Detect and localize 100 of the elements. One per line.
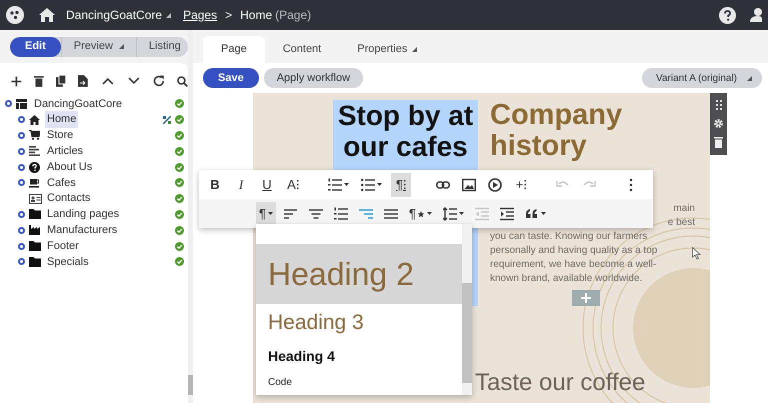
scrollbar[interactable] [462,224,472,395]
search-icon[interactable] [177,76,188,86]
published-icon [175,115,184,124]
tree-item[interactable]: Manufacturers [45,222,120,239]
published-icon [175,162,184,172]
expand-toggle[interactable] [18,226,25,234]
caret-icon [412,47,418,52]
tree-item[interactable]: Cafes [45,174,78,192]
breadcrumb-link[interactable]: Pages [183,6,218,24]
user-icon[interactable] [750,7,762,23]
expand-toggle[interactable] [18,258,25,266]
published-icon [175,194,184,204]
tree-item[interactable]: Footer [45,238,81,254]
coffee-cup-icon [29,178,40,188]
numbered-list-icon [334,206,348,220]
folder-icon [29,241,41,252]
help-icon[interactable] [719,6,736,24]
tree-item[interactable]: Articles [45,143,86,160]
variant-selector[interactable]: Variant A (original) [642,68,762,88]
align-center-icon [309,206,323,220]
tree-item[interactable]: Contacts [45,190,92,207]
home-icon[interactable] [38,7,56,23]
toolbar-button[interactable]: +⁝ [511,172,531,196]
caret-icon [166,12,172,18]
toolbar-button[interactable]: ¶ [256,202,276,226]
settings-icon[interactable] [713,118,724,129]
table-icon [16,98,27,109]
indent-icon [500,206,514,220]
tree-item[interactable]: Specials [45,254,91,270]
format-option[interactable]: Heading 3 [256,304,462,342]
expand-toggle[interactable] [18,116,25,124]
mode-tab[interactable]: Preview [60,36,136,56]
line-height-icon [442,206,457,220]
move-down-icon[interactable] [128,77,140,85]
section-heading[interactable]: Company history [490,100,695,162]
expand-toggle[interactable] [18,132,25,139]
site-selector[interactable]: DancingGoatCore [66,6,172,24]
breadcrumb-current: Home [240,7,272,24]
paragraph-line: requirement, we have become a well- [490,259,656,270]
play-circle-icon [488,178,502,192]
move-up-icon[interactable] [102,77,114,85]
toolbar-button[interactable]: I [231,172,251,196]
home-icon [29,114,40,125]
tree-item[interactable]: Store [45,127,76,144]
toolbar-button[interactable]: A⁝ [283,172,303,196]
tree-item[interactable]: About Us [45,158,94,176]
star-icon [418,210,425,218]
align-left-icon [284,206,298,220]
toolbar-button[interactable]: B [205,172,225,196]
page-tab[interactable]: Page [203,36,265,63]
delete-icon[interactable] [34,75,44,87]
move-document-icon[interactable] [78,75,88,87]
expand-toggle[interactable] [18,148,25,155]
published-icon [175,130,184,140]
published-icon [175,257,184,266]
expand-toggle[interactable] [18,242,25,250]
refresh-icon[interactable] [152,75,164,87]
published-icon [175,242,184,251]
tree-item[interactable]: Home [45,111,78,128]
section-heading[interactable]: Taste our coffee [475,365,646,401]
format-option[interactable]: Heading 4 [256,342,462,370]
caret-icon [377,183,382,186]
format-option[interactable]: Code [256,370,462,394]
outdent-icon [474,206,489,220]
caret-icon [426,212,432,215]
toolbar-button[interactable]: U [257,172,277,196]
mode-tab[interactable]: Edit [10,36,61,56]
expand-toggle[interactable] [18,179,25,186]
factory-icon [29,225,41,236]
published-icon [175,99,184,108]
folder-icon [29,209,41,220]
published-icon [175,178,184,188]
align-right-icon [359,206,373,220]
caret-icon [540,212,546,215]
toolbar-button[interactable]: ¶⁝ [391,172,411,196]
plus-icon [581,293,591,303]
page-tab[interactable]: Content [264,36,340,63]
save-button[interactable]: Save [203,68,259,88]
toolbar-button[interactable]: ¶ [406,202,435,226]
apply-workflow-button[interactable]: Apply workflow [264,68,364,88]
text-lines-icon [29,146,40,156]
align-justify-icon [384,206,398,220]
cart-icon [29,130,40,140]
expand-toggle[interactable] [18,164,25,171]
logo-icon[interactable] [6,6,24,24]
page-tab[interactable]: Properties [339,36,436,63]
tree-item[interactable]: DancingGoatCore [32,96,124,112]
expand-toggle[interactable] [18,210,25,218]
copy-icon[interactable] [56,75,66,87]
mouse-cursor-icon [692,247,701,260]
caret-icon [344,183,349,186]
tree-item[interactable]: Landing pages [45,206,122,223]
drag-handle-icon[interactable] [716,100,722,110]
folder-icon [29,256,41,267]
image-icon [462,178,476,192]
numbered-list-icon [328,178,342,192]
caret-icon [268,212,273,215]
expand-toggle[interactable] [5,100,12,108]
delete-icon[interactable] [714,137,723,148]
add-icon[interactable] [11,76,22,86]
